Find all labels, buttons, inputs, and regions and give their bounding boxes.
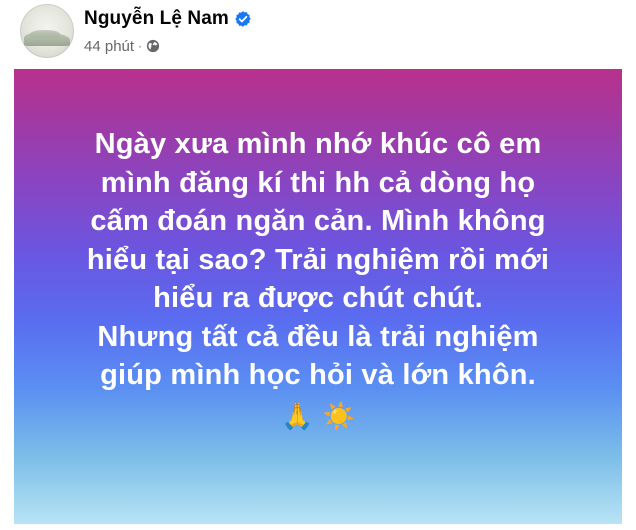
- author-avatar[interactable]: [20, 4, 74, 58]
- status-background: Ngày xưa mình nhớ khúc cô em mình đăng k…: [14, 69, 622, 524]
- verified-badge-icon: [235, 11, 251, 27]
- post-timestamp[interactable]: 44 phút: [84, 38, 134, 55]
- globe-icon[interactable]: [146, 39, 160, 53]
- emoji-row: 🙏 ☀️: [14, 399, 622, 431]
- post-header: Nguyễn Lệ Nam 44 phút ·: [0, 0, 636, 66]
- status-line: cấm đoán ngăn cản. Mình không: [90, 205, 546, 237]
- post-card: Nguyễn Lệ Nam 44 phút · Ngày xưa mình nh…: [0, 0, 636, 530]
- meta-separator: ·: [138, 39, 143, 53]
- status-line: mình đăng kí thi hh cả dòng họ: [100, 166, 536, 199]
- status-line: Ngày xưa mình nhớ khúc cô em: [94, 128, 542, 160]
- folded-hands-emoji: 🙏: [281, 401, 314, 432]
- status-line: Nhưng tất cả đều là trải nghiệm: [97, 320, 539, 353]
- status-line: hiểu tại sao? Trải nghiệm rồi mới: [86, 243, 550, 276]
- author-name[interactable]: Nguyễn Lệ Nam: [84, 8, 229, 30]
- sun-emoji: ☀️: [322, 401, 355, 432]
- post-meta: 44 phút ·: [84, 36, 160, 56]
- status-text: Ngày xưa mình nhớ khúc cô em mình đăng k…: [14, 125, 622, 395]
- status-line: hiểu ra được chút chút.: [153, 282, 483, 314]
- author-name-row: Nguyễn Lệ Nam: [84, 6, 252, 32]
- status-line: giúp mình học hỏi và lớn khôn.: [100, 359, 536, 391]
